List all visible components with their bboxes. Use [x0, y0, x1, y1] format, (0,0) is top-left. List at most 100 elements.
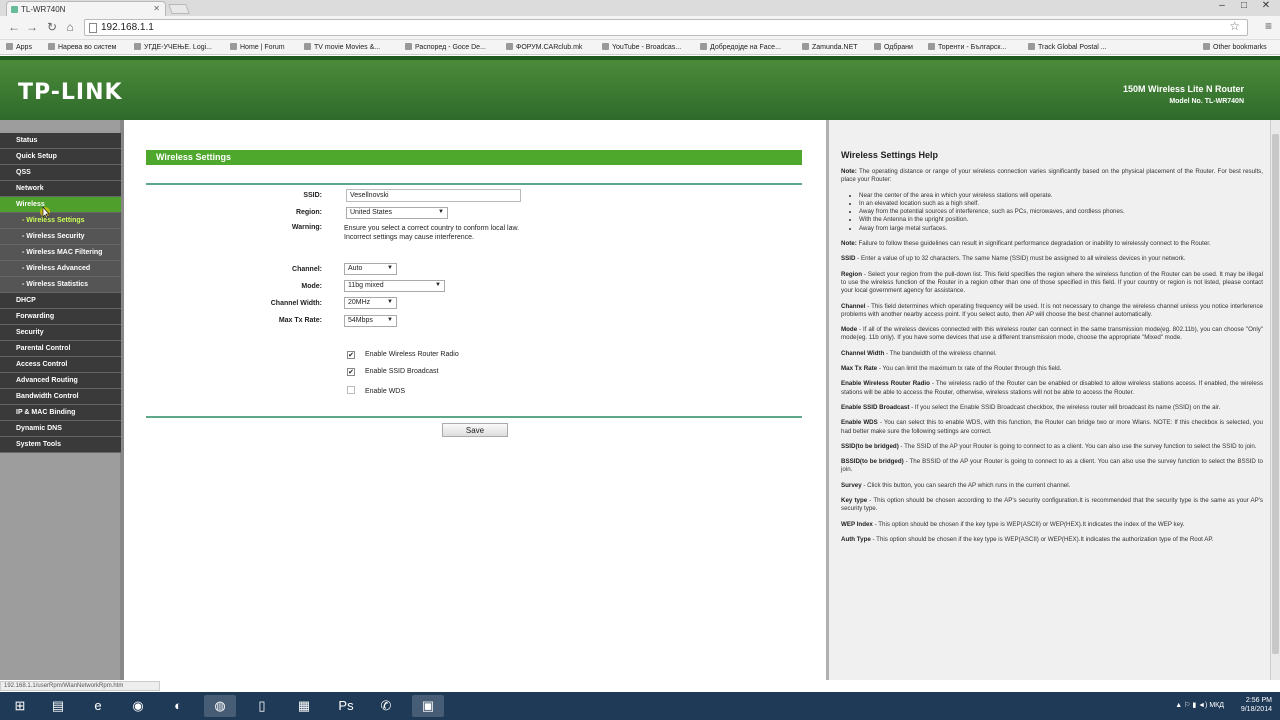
- reload-icon[interactable]: ↻: [44, 20, 60, 34]
- sidebar-item[interactable]: Quick Setup: [0, 149, 121, 165]
- bookmark-item[interactable]: YouTube - Broadcas...: [602, 43, 681, 51]
- system-tray[interactable]: ▲ ⚐ ▮ ◄) МКД: [1175, 701, 1224, 709]
- help-panel: Wireless Settings Help Note: The operati…: [826, 120, 1280, 680]
- help-entry-text: - You can limit the maximum tx rate of t…: [877, 365, 1062, 373]
- status-url: 192.168.1.1/userRpm/WlanNetworkRpm.htm: [0, 681, 160, 691]
- mode-select[interactable]: 11bg mixed ▼: [344, 280, 445, 292]
- tab-favicon-icon: [11, 6, 18, 13]
- close-window-icon[interactable]: ✕: [1254, 0, 1278, 11]
- bookmark-item[interactable]: Торенти - Българск...: [928, 43, 1006, 51]
- tab-close-icon[interactable]: ✕: [153, 4, 160, 13]
- ssid-input[interactable]: Vesellnovski: [346, 189, 521, 202]
- help-title: Wireless Settings Help: [841, 150, 938, 160]
- sidebar-item[interactable]: Network: [0, 181, 121, 197]
- photoshop-icon[interactable]: Ps: [330, 695, 362, 717]
- sidebar-item[interactable]: Security: [0, 325, 121, 341]
- help-bullet-list: Near the center of the area in which you…: [859, 192, 1263, 233]
- help-entry: Auth Type - This option should be chosen…: [841, 536, 1263, 544]
- bookmark-item[interactable]: Распоред - Goce De...: [405, 43, 486, 51]
- router-header: TP-LINK 150M Wireless Lite N Router Mode…: [0, 56, 1280, 120]
- viber-icon[interactable]: ✆: [370, 695, 402, 717]
- sidebar-item[interactable]: Status: [0, 133, 121, 149]
- help-entry-term: Channel: [841, 302, 866, 310]
- enable-ssid-broadcast-checkbox[interactable]: ✔: [347, 368, 355, 376]
- bookmark-item[interactable]: Apps: [6, 43, 32, 51]
- sidebar-item[interactable]: Advanced Routing: [0, 373, 121, 389]
- file-explorer-icon[interactable]: ▤: [42, 695, 74, 717]
- language-indicator[interactable]: МКД: [1209, 702, 1224, 709]
- bookmark-item[interactable]: Zamunda.NET: [802, 43, 858, 51]
- sidebar-item[interactable]: IP & MAC Binding: [0, 405, 121, 421]
- max-tx-rate-select[interactable]: 54Mbps ▼: [344, 315, 397, 327]
- media-player-icon[interactable]: ◉: [122, 695, 154, 717]
- bookmark-item[interactable]: УГДЕ-УЧЕЊЕ. Logi...: [134, 43, 212, 51]
- bookmark-item[interactable]: Home | Forum: [230, 43, 285, 51]
- forward-icon[interactable]: →: [24, 20, 40, 34]
- help-entry: Channel Width - The bandwidth of the wir…: [841, 350, 1263, 358]
- notepad-icon[interactable]: ▯: [246, 695, 278, 717]
- sidebar-item[interactable]: Dynamic DNS: [0, 421, 121, 437]
- help-entry: Mode - If all of the wireless devices co…: [841, 326, 1263, 343]
- save-button[interactable]: Save: [442, 423, 508, 437]
- clock-time: 2:56 PM: [1245, 697, 1272, 704]
- sidebar-item[interactable]: - Wireless Advanced: [0, 261, 121, 277]
- sidebar-item[interactable]: Parental Control: [0, 341, 121, 357]
- help-entry-text: - The SSID of the AP your Router is goin…: [898, 442, 1257, 450]
- channel-label: Channel:: [292, 266, 322, 273]
- enable-radio-checkbox[interactable]: ✔: [347, 351, 355, 359]
- bookmark-item[interactable]: TV movie Movies &...: [304, 43, 380, 51]
- browser-menu-icon[interactable]: ≡: [1265, 19, 1272, 33]
- help-note-2-text: Failure to follow these guidelines can r…: [856, 240, 1211, 248]
- region-select[interactable]: United States ▼: [346, 207, 448, 219]
- sidebar-item[interactable]: System Tools: [0, 437, 121, 453]
- new-tab-button[interactable]: [168, 4, 190, 14]
- channel-width-select[interactable]: 20MHz ▼: [344, 297, 397, 309]
- help-scroll-thumb[interactable]: [1272, 134, 1279, 654]
- home-icon[interactable]: ⌂: [62, 20, 78, 34]
- help-note-1-label: Note:: [841, 168, 857, 175]
- bookmark-item[interactable]: Одбрани: [874, 43, 913, 51]
- sidebar-item[interactable]: - Wireless Statistics: [0, 277, 121, 293]
- sidebar-item[interactable]: QSS: [0, 165, 121, 181]
- maximize-icon[interactable]: □: [1232, 0, 1256, 11]
- sidebar-item[interactable]: - Wireless MAC Filtering: [0, 245, 121, 261]
- browser-tab[interactable]: TL-WR740N ✕: [6, 1, 166, 16]
- sidebar-item[interactable]: - Wireless Security: [0, 229, 121, 245]
- sidebar-item[interactable]: Access Control: [0, 357, 121, 373]
- sidebar-item[interactable]: - Wireless Settings: [0, 213, 121, 229]
- firefox-icon[interactable]: ◐: [162, 695, 194, 717]
- help-body: Note: The operating distance or range of…: [841, 168, 1263, 551]
- channel-select[interactable]: Auto ▼: [344, 263, 397, 275]
- sidebar-item[interactable]: Forwarding: [0, 309, 121, 325]
- internet-explorer-icon[interactable]: e: [82, 695, 114, 717]
- help-entry-text: - Select your region from the pull-down …: [841, 270, 1263, 295]
- bookmark-item[interactable]: Track Global Postal ...: [1028, 43, 1107, 51]
- taskbar: ⊞ ▤ e ◉ ◐ ◍ ▯ ▦ Ps ✆ ▣ ▲ ⚐ ▮ ◄) МКД 2:56…: [0, 692, 1280, 720]
- back-icon[interactable]: ←: [6, 20, 22, 34]
- other-bookmarks[interactable]: Other bookmarks: [1203, 43, 1267, 51]
- windows-start-icon[interactable]: ⊞: [4, 695, 36, 717]
- address-bar[interactable]: 192.168.1.1: [84, 19, 1248, 36]
- bookmark-item[interactable]: ФОРУМ.CARclub.mk: [506, 43, 582, 51]
- help-note-2: Note: Failure to follow these guidelines…: [841, 240, 1263, 248]
- sidebar-item[interactable]: Bandwidth Control: [0, 389, 121, 405]
- minimize-icon[interactable]: –: [1210, 0, 1234, 11]
- help-scrollbar[interactable]: [1270, 120, 1280, 680]
- help-entry-text: - This option should be chosen if the ke…: [872, 520, 1185, 528]
- product-name: 150M Wireless Lite N Router: [1123, 84, 1244, 94]
- clock-date: 9/18/2014: [1240, 706, 1272, 713]
- sidebar-item[interactable]: Wireless: [0, 197, 121, 213]
- chrome-icon[interactable]: ◍: [204, 695, 236, 717]
- tab-title: TL-WR740N: [21, 5, 66, 14]
- app-grid-icon[interactable]: ▦: [288, 695, 320, 717]
- bookmark-item[interactable]: Добредојде на Face...: [700, 43, 781, 51]
- bookmark-item[interactable]: Нарева во систем: [48, 43, 116, 51]
- browser-tab-bar: TL-WR740N ✕ – □ ✕: [0, 0, 1280, 16]
- sidebar-item[interactable]: DHCP: [0, 293, 121, 309]
- clock[interactable]: 2:56 PM 9/18/2014: [1241, 696, 1272, 714]
- enable-wds-checkbox[interactable]: [347, 386, 355, 394]
- warning-label: Warning:: [291, 224, 322, 231]
- bookmark-star-icon[interactable]: ☆: [1229, 19, 1240, 33]
- help-entry: BSSID(to be bridged) - The BSSID of the …: [841, 458, 1263, 475]
- media-app-icon[interactable]: ▣: [412, 695, 444, 717]
